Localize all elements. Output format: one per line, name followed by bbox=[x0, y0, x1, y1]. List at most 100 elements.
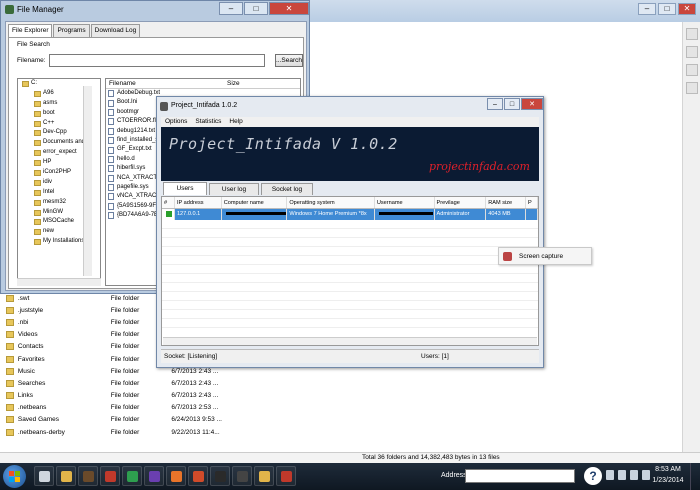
list-item[interactable]: Links File folder 6/7/2013 2:43 ... bbox=[0, 390, 230, 402]
chrome-app-icon[interactable] bbox=[122, 466, 142, 486]
tab-socket-log[interactable]: Socket log bbox=[261, 183, 313, 195]
list-item[interactable]: Searches File folder 6/7/2013 2:43 ... bbox=[0, 377, 230, 389]
toolbar-button[interactable] bbox=[686, 82, 698, 94]
window-controls: – □ ✕ bbox=[487, 98, 543, 110]
folder-icon bbox=[34, 219, 41, 226]
folder-icon bbox=[34, 130, 41, 137]
maximize-button[interactable]: □ bbox=[504, 98, 520, 110]
filename-column-header[interactable]: Filename bbox=[106, 79, 224, 88]
grid-horizontal-scrollbar[interactable] bbox=[163, 337, 537, 345]
tree-horizontal-scrollbar[interactable] bbox=[17, 278, 101, 286]
window-app-icon[interactable] bbox=[34, 466, 54, 486]
tray-icon[interactable] bbox=[618, 470, 626, 480]
maximize-button[interactable]: □ bbox=[244, 2, 268, 15]
maximize-button[interactable]: □ bbox=[658, 3, 676, 15]
users-grid[interactable]: # IP address Computer name Operatting sy… bbox=[161, 196, 539, 346]
menu-help[interactable]: Help bbox=[225, 117, 246, 127]
search-button[interactable]: ...Search bbox=[275, 54, 303, 67]
visual-studio-app-icon[interactable] bbox=[144, 466, 164, 486]
media-app-icon[interactable] bbox=[78, 466, 98, 486]
folder-icon bbox=[34, 90, 41, 97]
tree-item-label: My Installations bbox=[43, 238, 85, 245]
tree-item-label: C++ bbox=[43, 119, 55, 126]
column-ip-address[interactable]: IP address bbox=[175, 197, 222, 208]
show-desktop-button[interactable] bbox=[690, 463, 700, 490]
column-operating-system[interactable]: Operatting system bbox=[287, 197, 375, 208]
folder-icon bbox=[6, 404, 14, 412]
toolbar-button[interactable] bbox=[686, 46, 698, 58]
item-date: 9/22/2013 11:4... bbox=[171, 428, 220, 436]
menu-options[interactable]: Options bbox=[161, 117, 191, 127]
table-row[interactable]: 127.0.0.1 Windows 7 Home Premium *8x Adm… bbox=[162, 209, 538, 220]
tab-programs[interactable]: Programs bbox=[53, 24, 90, 37]
tree-item-label: MinGW bbox=[43, 208, 63, 215]
tree-item-label: iCon2PHP bbox=[43, 169, 72, 176]
list-item[interactable]: Saved Games File folder 6/24/2013 9:53 ... bbox=[0, 414, 230, 426]
filename-input[interactable] bbox=[49, 54, 265, 67]
column-p[interactable]: P bbox=[526, 197, 538, 208]
close-button[interactable]: ✕ bbox=[678, 3, 696, 15]
file-icon bbox=[108, 90, 114, 98]
column-ram-size[interactable]: RAM size bbox=[486, 197, 527, 208]
item-name: .netbeans-derby bbox=[17, 428, 65, 436]
app-icon bbox=[160, 102, 168, 111]
column-username[interactable]: Username bbox=[375, 197, 435, 208]
clock-date[interactable]: 1/23/2014 bbox=[650, 477, 686, 484]
tray-icon[interactable] bbox=[630, 470, 638, 480]
size-column-header[interactable]: Size bbox=[224, 79, 240, 88]
toolbar-button[interactable] bbox=[686, 28, 698, 40]
java-app-icon[interactable] bbox=[188, 466, 208, 486]
tree-item-label: asms bbox=[43, 99, 58, 106]
explorer-status-bar: Total 36 folders and 14,382,483 bytes in… bbox=[0, 452, 700, 463]
close-button[interactable]: ✕ bbox=[269, 2, 309, 15]
close-button[interactable]: ✕ bbox=[521, 98, 543, 110]
file-name: debug1214.txt bbox=[117, 127, 156, 134]
list-item[interactable]: .netbeans-derby File folder 9/22/2013 11:4… bbox=[0, 426, 230, 438]
list-item[interactable]: .netbeans File folder 6/7/2013 2:53 ... bbox=[0, 402, 230, 414]
empty-grid-row bbox=[162, 229, 538, 238]
empty-grid-row bbox=[162, 274, 538, 283]
paint-app-icon[interactable] bbox=[100, 466, 120, 486]
tree-scrollbar[interactable] bbox=[83, 86, 92, 276]
address-input[interactable] bbox=[465, 469, 575, 483]
explorer-app-icon[interactable] bbox=[254, 466, 274, 486]
minimize-button[interactable]: – bbox=[219, 2, 243, 15]
help-icon[interactable]: ? bbox=[584, 467, 602, 485]
clock-time[interactable]: 8:53 AM bbox=[650, 466, 686, 473]
column-privilege[interactable]: Previlage bbox=[435, 197, 487, 208]
column-computer-name[interactable]: Computer name bbox=[222, 197, 288, 208]
folder-icon bbox=[6, 331, 14, 339]
tab-user-log[interactable]: User log bbox=[209, 183, 259, 195]
tree-item-label: MSOCache bbox=[43, 218, 75, 225]
intifada-app-icon[interactable] bbox=[210, 466, 230, 486]
empty-grid-row bbox=[162, 319, 538, 328]
folder-icon bbox=[34, 150, 41, 157]
tab-users[interactable]: Users bbox=[163, 182, 207, 195]
camera-icon bbox=[503, 252, 512, 261]
column-index[interactable]: # bbox=[162, 197, 175, 208]
file-icon bbox=[108, 155, 114, 163]
flag-app-icon[interactable] bbox=[276, 466, 296, 486]
file-search-label: File Search bbox=[17, 41, 50, 48]
item-name: .juststyle bbox=[17, 306, 44, 314]
folder-app-icon[interactable] bbox=[56, 466, 76, 486]
folder-icon bbox=[6, 367, 14, 375]
menu-statistics[interactable]: Statistics bbox=[191, 117, 225, 127]
file-name: GF_Excpt.txt bbox=[117, 146, 152, 153]
cmd-app-icon[interactable] bbox=[232, 466, 252, 486]
file-name: Boot.Ini bbox=[117, 99, 138, 106]
minimize-button[interactable]: – bbox=[638, 3, 656, 15]
file-icon bbox=[108, 212, 114, 220]
tab-file-explorer[interactable]: File Explorer bbox=[8, 24, 53, 38]
screen-capture-menu-item[interactable]: Screen capture bbox=[519, 253, 563, 260]
folder-icon bbox=[34, 160, 41, 167]
tray-icon[interactable] bbox=[606, 470, 614, 480]
folder-icon bbox=[34, 239, 41, 246]
tab-download-log[interactable]: Download Log bbox=[90, 24, 141, 37]
firefox-app-icon[interactable] bbox=[166, 466, 186, 486]
empty-grid-row bbox=[162, 292, 538, 301]
tray-icon[interactable] bbox=[642, 470, 650, 480]
minimize-button[interactable]: – bbox=[487, 98, 503, 110]
item-name: .netbeans bbox=[17, 404, 47, 412]
toolbar-button[interactable] bbox=[686, 64, 698, 76]
